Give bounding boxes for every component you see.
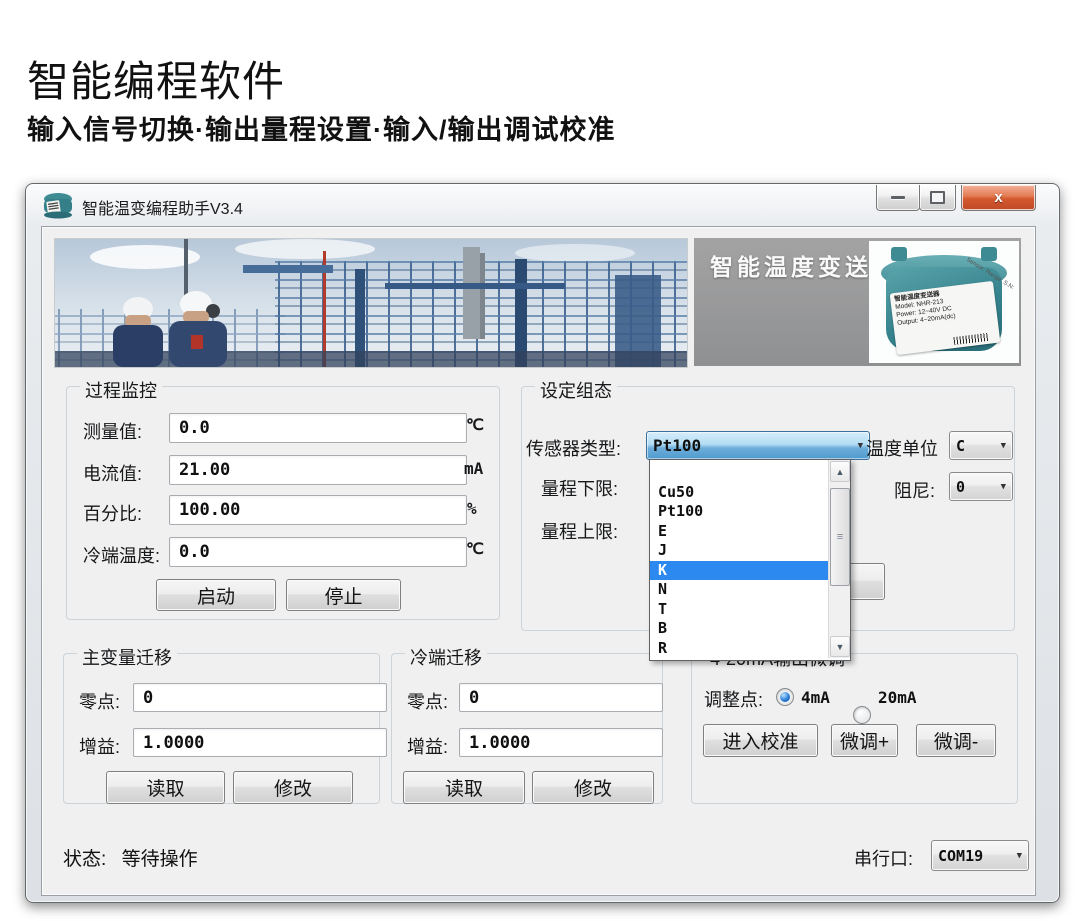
scroll-down-icon[interactable]: ▼ [830, 636, 850, 657]
sensor-type-label: 传感器类型: [526, 435, 621, 461]
current-value-field[interactable]: 21.00 [169, 455, 467, 485]
dropdown-item[interactable]: J [650, 541, 829, 561]
primary-read-button[interactable]: 读取 [106, 771, 225, 804]
radio-4ma-label: 4mA [801, 688, 830, 707]
maximize-button[interactable] [919, 185, 956, 211]
maximize-icon [930, 191, 945, 204]
damping-label: 阻尼: [894, 477, 935, 503]
start-button[interactable]: 启动 [156, 579, 276, 611]
primary-gain-label: 增益: [79, 733, 120, 759]
dropdown-scrollbar[interactable]: ▲ ≡ ▼ [828, 460, 850, 658]
minimize-button[interactable] [876, 185, 920, 211]
group-configuration-title: 设定组态 [535, 377, 617, 403]
device-image: 智能温度变送器 Model: NHR-213 Power: 12~40V DC … [869, 241, 1019, 363]
range-high-label: 量程上限: [541, 518, 618, 544]
chevron-down-icon: ▼ [1001, 441, 1006, 451]
close-button[interactable]: x [961, 185, 1036, 211]
current-value-label: 电流值: [83, 460, 142, 486]
close-icon: x [994, 189, 1002, 206]
device-tab [981, 247, 997, 261]
serial-port-combobox[interactable]: COM19 ▼ [931, 840, 1029, 871]
radio-20ma[interactable] [853, 706, 871, 724]
primary-modify-button[interactable]: 修改 [233, 771, 353, 804]
chevron-down-icon: ▼ [1001, 482, 1006, 492]
scroll-up-icon[interactable]: ▲ [830, 461, 850, 482]
cold-zero-field[interactable]: 0 [459, 683, 663, 712]
cold-junction-temp-label: 冷端温度: [83, 542, 160, 568]
cold-gain-field[interactable]: 1.0000 [459, 728, 663, 757]
scrollbar-thumb[interactable]: ≡ [830, 488, 850, 586]
stop-button[interactable]: 停止 [286, 579, 401, 611]
trim-plus-button[interactable]: 微调+ [831, 724, 898, 757]
cold-zero-label: 零点: [407, 688, 448, 714]
window-title: 智能温变编程助手V3.4 [82, 195, 243, 219]
adjust-point-label: 调整点: [704, 686, 763, 712]
status-text: 状态: 等待操作 [63, 844, 198, 871]
current-value-unit: mA [464, 459, 483, 478]
serial-port-value: COM19 [938, 847, 983, 865]
serial-port-label: 串行口: [854, 845, 913, 871]
enter-calibration-button[interactable]: 进入校准 [703, 724, 818, 757]
dropdown-item[interactable]: N [650, 580, 829, 600]
minimize-icon [891, 196, 905, 199]
temp-unit-label: 温度单位 [866, 435, 938, 461]
radio-4ma[interactable] [776, 688, 794, 706]
radio-20ma-label: 20mA [878, 688, 917, 707]
cold-gain-label: 增益: [407, 733, 448, 759]
group-cold-junction-title: 冷端迁移 [405, 644, 487, 670]
measured-value-field[interactable]: 0.0 [169, 413, 467, 443]
measured-value-unit: ℃ [466, 415, 484, 434]
device-barcode [953, 333, 988, 345]
chevron-down-icon: ▼ [1017, 851, 1022, 861]
dropdown-item[interactable]: R [650, 639, 829, 659]
device-label: 智能温度变送器 Model: NHR-213 Power: 12~40V DC … [890, 281, 1001, 355]
group-process-monitor-title: 过程监控 [80, 377, 162, 403]
cold-modify-button[interactable]: 修改 [532, 771, 654, 804]
dropdown-item-selected[interactable]: K [650, 561, 829, 581]
cold-junction-temp-unit: ℃ [466, 539, 484, 558]
page-title: 智能编程软件 [27, 48, 285, 109]
dropdown-item[interactable]: Cu50 [650, 483, 829, 503]
dropdown-item[interactable] [650, 460, 829, 483]
dropdown-item[interactable]: T [650, 600, 829, 620]
window-title-bar[interactable]: 智能温变编程助手V3.4 x [26, 184, 1059, 226]
measured-value-label: 测量值: [83, 418, 142, 444]
status-label: 状态: [63, 849, 106, 870]
page: 智能编程软件 输入信号切换·输出量程设置·输入/输出调试校准 智能温变编程助手V… [0, 0, 1080, 921]
dropdown-item[interactable]: B [650, 619, 829, 639]
app-icon [42, 191, 76, 219]
status-value: 等待操作 [122, 849, 198, 870]
app-window: 智能温变编程助手V3.4 x [25, 183, 1060, 903]
page-subtitle: 输入信号切换·输出量程设置·输入/输出调试校准 [27, 108, 615, 147]
sensor-type-dropdown-list: Cu50 Pt100 E J K N T B R ▲ ≡ ▼ [649, 459, 851, 661]
device-tab [891, 247, 907, 261]
primary-zero-label: 零点: [79, 688, 120, 714]
trim-minus-button[interactable]: 微调- [916, 724, 996, 757]
temp-unit-combobox[interactable]: C ▼ [949, 431, 1013, 460]
percentage-unit: % [467, 499, 477, 518]
primary-zero-field[interactable]: 0 [133, 683, 387, 712]
damping-combobox[interactable]: 0 ▼ [949, 472, 1013, 501]
dropdown-item[interactable]: Pt100 [650, 502, 829, 522]
sensor-type-value: Pt100 [653, 436, 701, 455]
range-low-label: 量程下限: [541, 475, 618, 501]
percentage-label: 百分比: [83, 500, 142, 526]
banner-photo [54, 238, 688, 368]
percentage-field[interactable]: 100.00 [169, 495, 467, 525]
group-primary-migration-title: 主变量迁移 [77, 644, 177, 670]
cold-junction-temp-field[interactable]: 0.0 [169, 537, 467, 567]
temp-unit-value: C [956, 437, 965, 455]
dropdown-item[interactable]: E [650, 522, 829, 542]
damping-value: 0 [956, 478, 965, 496]
cold-read-button[interactable]: 读取 [403, 771, 525, 804]
chevron-down-icon: ▼ [858, 441, 863, 451]
sensor-type-combobox[interactable]: Pt100 ▼ [646, 431, 870, 460]
primary-gain-field[interactable]: 1.0000 [133, 728, 387, 757]
